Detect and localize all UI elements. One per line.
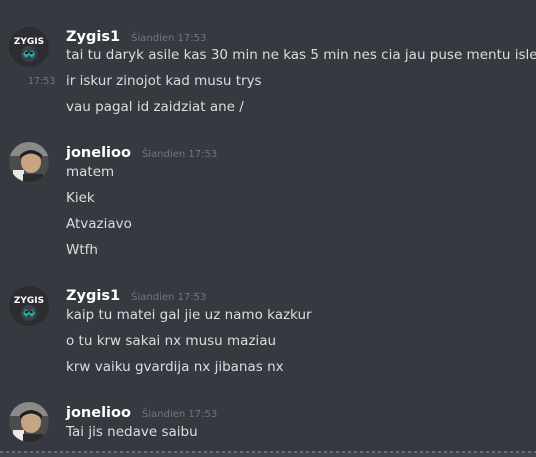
message-group: jonelioo Šiandien 17:53 Tai jis nedave s…	[0, 0, 536, 450]
chat-messages: ZYGIS Zygis1 Šiandien 17:53 tai tu daryk…	[0, 0, 536, 457]
username[interactable]: jonelioo	[66, 405, 131, 421]
photo-avatar[interactable]	[9, 402, 49, 442]
divider	[0, 451, 536, 453]
message-timestamp: Šiandien 17:53	[142, 409, 218, 420]
message-text: Tai jis nedave saibu	[66, 424, 198, 440]
